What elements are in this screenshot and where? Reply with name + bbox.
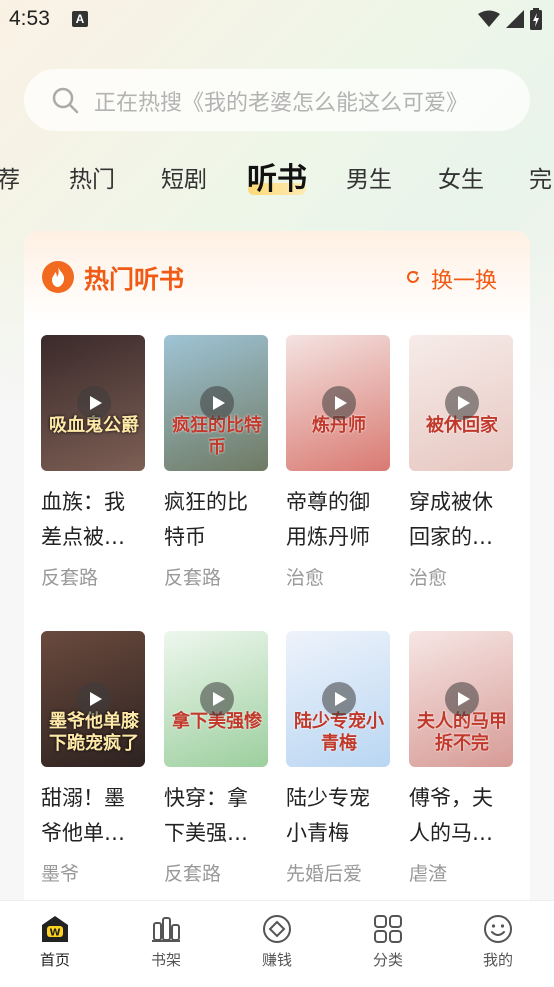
book-title[interactable]: 疯狂的比 特币 xyxy=(164,485,270,555)
book-title-line1: 陆少专宠 xyxy=(286,786,370,810)
search-placeholder: 正在热搜《我的老婆怎么能这么可爱》 xyxy=(94,91,469,116)
book-title-line2: 下美强… xyxy=(164,821,248,845)
book-title[interactable]: 傅爷，夫人的马… xyxy=(409,781,515,851)
tab-short-drama[interactable]: 短剧 xyxy=(161,160,207,194)
status-icons xyxy=(478,8,542,30)
book-title[interactable]: 快穿：拿下美强… xyxy=(164,781,270,851)
nav-bookshelf-label: 书架 xyxy=(150,951,181,969)
notification-icon: A xyxy=(72,11,88,27)
play-icon[interactable] xyxy=(322,682,356,716)
book-title-line2: 差点被… xyxy=(41,525,125,549)
book-cover[interactable]: 拿下美强惨 xyxy=(164,631,268,767)
signal-icon xyxy=(506,10,524,28)
book-cover[interactable]: 墨爷他单膝下跪宠疯了 xyxy=(41,631,145,767)
category-tabs: 荐 热门 短剧 听书 男生 女生 完 xyxy=(0,150,554,200)
book-tag: 先婚后爱 xyxy=(286,863,363,885)
bookshelf-icon xyxy=(152,917,180,942)
refresh-icon[interactable] xyxy=(405,269,421,285)
svg-text:W: W xyxy=(49,928,60,939)
bottom-navigation: W 首页 书架 赚钱 分类 我的 xyxy=(0,900,554,987)
book-tag: 虐渣 xyxy=(409,863,448,885)
status-time: 4:53 xyxy=(9,7,50,30)
book-title-line2: 回家的… xyxy=(409,525,493,549)
play-icon[interactable] xyxy=(200,682,234,716)
wifi-icon xyxy=(478,10,500,27)
nav-home[interactable]: W 首页 xyxy=(15,913,95,970)
book-title-line1: 快穿：拿 xyxy=(164,786,248,810)
book-cover[interactable]: 陆少专宠小青梅 xyxy=(286,631,390,767)
book-tag: 反套路 xyxy=(41,567,99,589)
cover-title-art: 墨爷他单膝下跪宠疯了 xyxy=(49,711,139,754)
tab-female[interactable]: 女生 xyxy=(438,160,484,194)
nav-earn-label: 赚钱 xyxy=(261,951,292,969)
nav-category-label: 分类 xyxy=(372,951,403,969)
tab-audiobook[interactable]: 听书 xyxy=(247,154,307,198)
tab-recommend[interactable]: 荐 xyxy=(0,160,20,194)
book-title-line1: 帝尊的御 xyxy=(286,490,370,514)
book-cover[interactable]: 疯狂的比特币 xyxy=(164,335,268,471)
book-title[interactable]: 甜溺！墨爷他单… xyxy=(41,781,147,851)
play-icon[interactable] xyxy=(77,682,111,716)
book-title-line2: 人的马… xyxy=(409,821,493,845)
book-cover[interactable]: 被休回家 xyxy=(409,335,513,471)
nav-earn[interactable]: 赚钱 xyxy=(237,913,317,970)
earn-icon xyxy=(263,915,291,943)
book-title-line2: 特币 xyxy=(164,525,206,549)
search-icon xyxy=(52,87,79,114)
book-tag: 治愈 xyxy=(286,567,325,589)
home-icon: W xyxy=(42,916,68,942)
book-title[interactable]: 穿成被休回家的… xyxy=(409,485,515,555)
book-title-line2: 用炼丹师 xyxy=(286,525,370,549)
hot-audiobook-card: 热门听书 换一换 吸血鬼公爵 血族：我 差点被… 反套路 疯狂的比特币 疯狂的比 特币 反套路… xyxy=(24,231,530,911)
category-icon xyxy=(374,915,402,943)
play-icon[interactable] xyxy=(445,386,479,420)
section-title: 热门听书 xyxy=(84,265,185,294)
book-title[interactable]: 帝尊的御 用炼丹师 xyxy=(286,485,392,555)
status-bar: 4:53 A xyxy=(0,0,554,38)
book-title-line1: 疯狂的比 xyxy=(164,490,248,514)
book-title[interactable]: 陆少专宠 小青梅 xyxy=(286,781,392,851)
nav-bookshelf[interactable]: 书架 xyxy=(126,913,206,970)
fire-icon xyxy=(42,261,74,293)
play-icon[interactable] xyxy=(445,682,479,716)
book-cover[interactable]: 吸血鬼公爵 xyxy=(41,335,145,471)
profile-icon xyxy=(484,915,512,943)
nav-category[interactable]: 分类 xyxy=(348,913,428,970)
book-cover[interactable]: 炼丹师 xyxy=(286,335,390,471)
book-tag: 反套路 xyxy=(164,863,222,885)
play-icon[interactable] xyxy=(322,386,356,420)
book-title-line2: 小青梅 xyxy=(286,821,349,845)
tab-male[interactable]: 男生 xyxy=(346,160,392,194)
cover-title-art: 疯狂的比特币 xyxy=(172,415,262,458)
cover-title-art: 陆少专宠小青梅 xyxy=(294,711,384,754)
nav-home-label: 首页 xyxy=(39,951,70,969)
tab-hot[interactable]: 热门 xyxy=(69,160,115,194)
book-title-line1: 傅爷，夫 xyxy=(409,786,493,810)
battery-icon xyxy=(530,8,542,30)
play-icon[interactable] xyxy=(200,386,234,420)
cover-title-art: 夫人的马甲拆不完 xyxy=(417,711,507,754)
book-cover[interactable]: 夫人的马甲拆不完 xyxy=(409,631,513,767)
tab-complete[interactable]: 完 xyxy=(529,160,552,194)
play-icon[interactable] xyxy=(77,386,111,420)
book-title-line2: 爷他单… xyxy=(41,821,125,845)
nav-profile[interactable]: 我的 xyxy=(458,913,538,970)
book-title-line1: 穿成被休 xyxy=(409,490,493,514)
refresh-button[interactable]: 换一换 xyxy=(431,263,497,295)
book-title[interactable]: 血族：我差点被… xyxy=(41,485,147,555)
search-bar[interactable]: 正在热搜《我的老婆怎么能这么可爱》 xyxy=(24,69,530,131)
nav-profile-label: 我的 xyxy=(482,951,513,969)
book-tag: 墨爷 xyxy=(41,863,80,885)
book-title-line1: 血族：我 xyxy=(41,490,125,514)
book-title-line1: 甜溺！墨 xyxy=(41,786,125,810)
book-tag: 反套路 xyxy=(164,567,222,589)
book-tag: 治愈 xyxy=(409,567,448,589)
